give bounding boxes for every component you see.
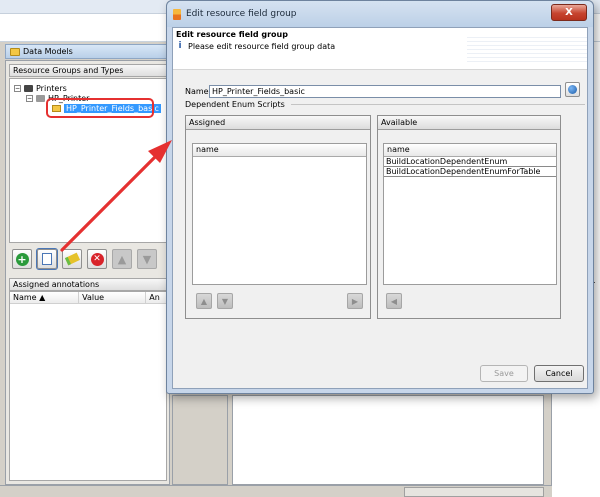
assign-left-button[interactable]: ◀ bbox=[386, 293, 402, 309]
tree-toolbar: + ✕ ▲ ▼ bbox=[9, 245, 167, 273]
banner-subtitle: Please edit resource field group data bbox=[188, 41, 336, 51]
printer-type-icon bbox=[36, 95, 45, 102]
column-header-an[interactable]: An bbox=[146, 292, 166, 303]
printer-icon bbox=[24, 85, 33, 92]
arrow-down-icon: ▼ bbox=[221, 296, 229, 306]
available-list[interactable]: name BuildLocationDependentEnum BuildLoc… bbox=[383, 143, 557, 285]
delete-button[interactable]: ✕ bbox=[87, 249, 107, 269]
resource-groups-title: Resource Groups and Types bbox=[9, 64, 167, 77]
banner-title: Edit resource field group bbox=[176, 30, 288, 39]
move-down-button[interactable]: ▼ bbox=[137, 249, 157, 269]
column-header-name[interactable]: Name ▲ bbox=[10, 292, 80, 303]
banner-decoration bbox=[467, 34, 587, 64]
arrow-up-icon: ▲ bbox=[117, 252, 127, 266]
close-button[interactable]: X bbox=[551, 4, 587, 21]
lower-right-panel bbox=[232, 395, 544, 485]
edit-resource-field-group-dialog: Edit resource field group X Edit resourc… bbox=[166, 0, 594, 394]
separator-line bbox=[290, 104, 585, 105]
assign-right-button[interactable]: ▶ bbox=[347, 293, 363, 309]
translate-button[interactable] bbox=[565, 82, 580, 97]
name-row: Name: HP_Printer_Fields_basic bbox=[185, 84, 583, 98]
tree-collapse-icon[interactable]: − bbox=[14, 85, 21, 92]
available-title: Available bbox=[378, 116, 560, 130]
delete-icon: ✕ bbox=[90, 252, 104, 266]
banner-subtitle-row: i Please edit resource field group data bbox=[176, 41, 335, 51]
move-up-button[interactable]: ▲ bbox=[112, 249, 132, 269]
save-button[interactable]: Save bbox=[480, 365, 528, 382]
edit-document-icon bbox=[42, 253, 52, 265]
status-cell bbox=[404, 487, 544, 497]
app-icon bbox=[173, 8, 181, 20]
dependent-enum-scripts-label: Dependent Enum Scripts bbox=[185, 100, 585, 109]
list-item[interactable]: BuildLocationDependentEnumForTable bbox=[384, 167, 556, 177]
annotation-highlight-box bbox=[46, 98, 154, 118]
lower-middle-panel bbox=[172, 395, 228, 485]
data-models-title: Data Models bbox=[23, 47, 73, 56]
assigned-list[interactable]: name bbox=[192, 143, 367, 285]
data-models-header[interactable]: Data Models bbox=[5, 44, 170, 59]
assigned-column-header[interactable]: name bbox=[193, 144, 366, 157]
tree-node-label: Printers bbox=[36, 84, 67, 93]
tag-button[interactable] bbox=[62, 249, 82, 269]
arrow-down-icon: ▼ bbox=[142, 252, 152, 266]
dialog-banner: Edit resource field group i Please edit … bbox=[173, 28, 587, 70]
assigned-move-up-button[interactable]: ▲ bbox=[196, 293, 212, 309]
edit-button[interactable] bbox=[36, 248, 58, 270]
dialog-title: Edit resource field group bbox=[186, 9, 297, 19]
sort-ascending-icon: ▲ bbox=[39, 293, 46, 302]
assigned-move-down-button[interactable]: ▼ bbox=[217, 293, 233, 309]
name-label: Name: bbox=[185, 86, 212, 96]
available-column-header[interactable]: name bbox=[384, 144, 556, 157]
annotations-table[interactable]: Name ▲ Value An bbox=[9, 291, 167, 481]
cancel-button[interactable]: Cancel bbox=[534, 365, 584, 382]
plus-icon: + bbox=[15, 252, 29, 266]
tree-collapse-icon[interactable]: − bbox=[26, 95, 33, 102]
tree-node-printers[interactable]: − Printers bbox=[14, 84, 67, 93]
arrow-right-icon: ▶ bbox=[351, 296, 359, 306]
add-button[interactable]: + bbox=[12, 249, 32, 269]
dialog-client: Edit resource field group i Please edit … bbox=[172, 27, 588, 389]
list-item[interactable]: BuildLocationDependentEnum bbox=[384, 157, 556, 167]
data-models-icon bbox=[10, 47, 20, 56]
info-icon: i bbox=[178, 41, 182, 51]
tag-icon bbox=[64, 252, 80, 266]
annotations-title: Assigned annotations bbox=[9, 278, 167, 291]
column-header-value[interactable]: Value bbox=[79, 292, 147, 303]
assigned-title: Assigned bbox=[186, 116, 370, 130]
name-input[interactable]: HP_Printer_Fields_basic bbox=[209, 84, 561, 98]
dialog-titlebar[interactable]: Edit resource field group X bbox=[167, 1, 593, 27]
arrow-left-icon: ◀ bbox=[390, 296, 398, 306]
annotations-header-row: Name ▲ Value An bbox=[10, 292, 166, 304]
globe-icon bbox=[568, 85, 577, 94]
arrow-up-icon: ▲ bbox=[200, 296, 208, 306]
